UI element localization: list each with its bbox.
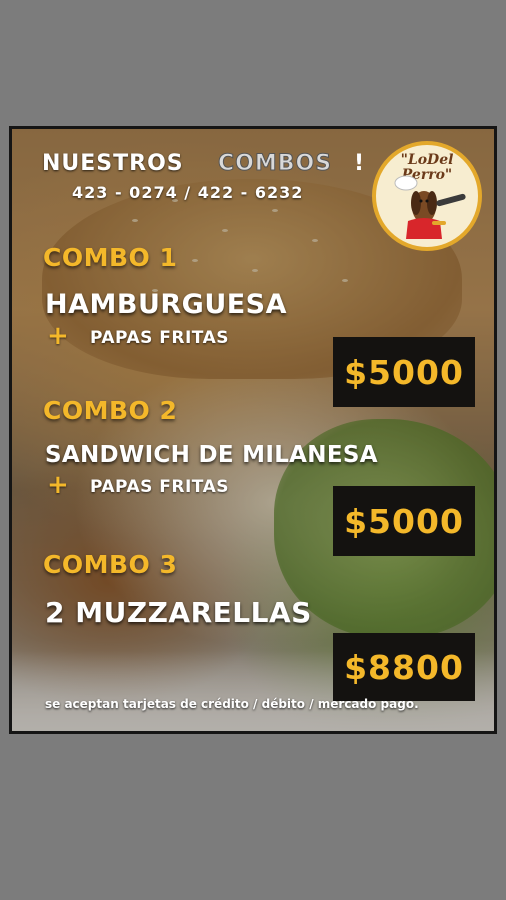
payment-methods-note: se aceptan tarjetas de crédito / débito … — [45, 697, 419, 711]
lodelperro-logo: "LoDel Perro" — [372, 141, 482, 251]
combo-2-price: $5000 — [333, 486, 475, 556]
combo-1-extra: PAPAS FRITAS — [90, 328, 229, 348]
combo-3-item: 2 MUZZARELLAS — [45, 596, 312, 629]
combo-3-price: $8800 — [333, 633, 475, 701]
combo-1-label: COMBO 1 — [43, 243, 178, 272]
header-title-part1: NUESTROS — [42, 151, 184, 176]
dog-chef-icon — [394, 175, 466, 239]
header-title-part2: COMBOS — [217, 151, 333, 177]
combo-3-label: COMBO 3 — [43, 550, 178, 579]
phone-numbers: 423 - 0274 / 422 - 6232 — [72, 183, 304, 202]
header-title-exclamation: ! — [354, 151, 365, 176]
combo-2-plus: + — [47, 470, 69, 500]
combo-1-plus: + — [47, 321, 69, 351]
combo-poster: NUESTROS COMBOS ! 423 - 0274 / 422 - 623… — [9, 126, 497, 734]
combo-2-item: SANDWICH DE MILANESA — [45, 442, 378, 468]
combo-2-label: COMBO 2 — [43, 396, 178, 425]
combo-1-item: HAMBURGUESA — [45, 289, 288, 320]
combo-2-extra: PAPAS FRITAS — [90, 477, 229, 497]
combo-1-price: $5000 — [333, 337, 475, 407]
food-photo: NUESTROS COMBOS ! 423 - 0274 / 422 - 623… — [12, 129, 494, 731]
